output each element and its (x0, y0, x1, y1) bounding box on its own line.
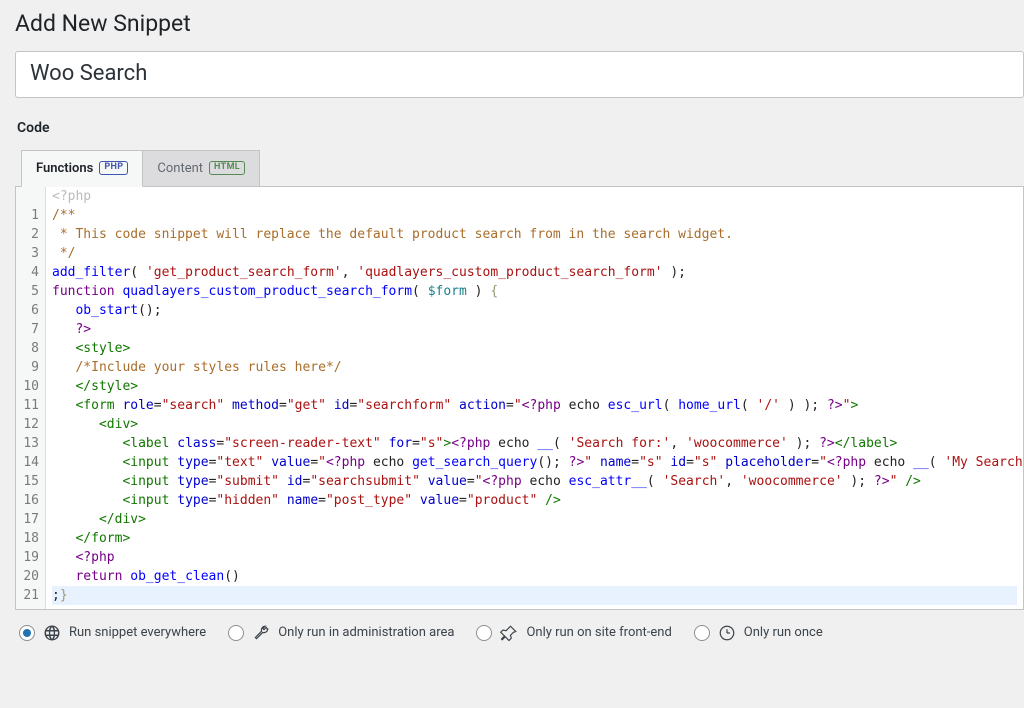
line-number: 21 (22, 586, 39, 605)
line-number: 4 (22, 263, 39, 282)
globe-icon (43, 624, 61, 642)
line-number: 5 (22, 282, 39, 301)
line-number: 14 (22, 453, 39, 472)
clock-icon (718, 624, 736, 642)
code-editor[interactable]: 123456789101112131415161718192021 <?php/… (15, 186, 1024, 610)
code-line[interactable]: <div> (52, 415, 1017, 434)
line-number: 17 (22, 510, 39, 529)
line-number: 10 (22, 377, 39, 396)
tab-content-label: Content (157, 161, 203, 176)
code-line[interactable]: <input type="submit" id="searchsubmit" v… (52, 472, 1017, 491)
line-number: 1 (22, 206, 39, 225)
line-number: 15 (22, 472, 39, 491)
code-section-heading: Code (17, 120, 1024, 136)
snippet-title-input[interactable] (15, 51, 1024, 98)
code-line[interactable]: <?php (52, 548, 1017, 567)
line-number: 18 (22, 529, 39, 548)
line-number: 11 (22, 396, 39, 415)
line-number: 6 (22, 301, 39, 320)
pin-icon (500, 624, 518, 642)
scope-label-admin: Only run in administration area (278, 625, 454, 640)
editor-tabs: Functions PHP Content HTML (21, 150, 1024, 187)
page-title: Add New Snippet (15, 10, 1024, 37)
code-line[interactable]: return ob_get_clean() (52, 567, 1017, 586)
scope-option-everywhere[interactable]: Run snippet everywhere (19, 624, 206, 642)
line-number: 19 (22, 548, 39, 567)
scope-option-admin[interactable]: Only run in administration area (228, 624, 454, 642)
code-line[interactable]: function quadlayers_custom_product_searc… (52, 282, 1017, 301)
line-number-gutter: 123456789101112131415161718192021 (16, 187, 46, 609)
code-line[interactable]: <input type="hidden" name="post_type" va… (52, 491, 1017, 510)
line-number: 9 (22, 358, 39, 377)
line-number: 3 (22, 244, 39, 263)
code-line[interactable]: </style> (52, 377, 1017, 396)
scope-label-everywhere: Run snippet everywhere (69, 625, 206, 640)
radio-once[interactable] (694, 625, 710, 641)
code-line[interactable]: <style> (52, 339, 1017, 358)
scope-label-frontend: Only run on site front-end (526, 625, 671, 640)
line-number: 16 (22, 491, 39, 510)
line-number (22, 187, 39, 206)
scope-row: Run snippet everywhere Only run in admini… (15, 610, 1024, 642)
line-number: 2 (22, 225, 39, 244)
scope-label-once: Only run once (744, 625, 823, 640)
code-line[interactable]: /** (52, 206, 1017, 225)
line-number: 8 (22, 339, 39, 358)
tab-functions-label: Functions (36, 161, 93, 176)
radio-admin[interactable] (228, 625, 244, 641)
radio-everywhere[interactable] (19, 625, 35, 641)
code-line[interactable]: ob_start(); (52, 301, 1017, 320)
line-number: 7 (22, 320, 39, 339)
line-number: 20 (22, 567, 39, 586)
wrench-icon (252, 624, 270, 642)
scope-option-frontend[interactable]: Only run on site front-end (476, 624, 671, 642)
php-badge: PHP (99, 161, 128, 175)
code-line[interactable]: <input type="text" value="<?php echo get… (52, 453, 1017, 472)
code-line[interactable]: add_filter( 'get_product_search_form', '… (52, 263, 1017, 282)
code-line[interactable]: ;} (52, 586, 1017, 605)
tab-functions[interactable]: Functions PHP (21, 150, 143, 187)
code-line[interactable]: </div> (52, 510, 1017, 529)
code-hint-line: <?php (52, 187, 1017, 206)
code-line[interactable]: </form> (52, 529, 1017, 548)
line-number: 13 (22, 434, 39, 453)
code-line[interactable]: /*Include your styles rules here*/ (52, 358, 1017, 377)
code-line[interactable]: <label class="screen-reader-text" for="s… (52, 434, 1017, 453)
code-area[interactable]: <?php/** * This code snippet will replac… (46, 187, 1023, 609)
line-number: 12 (22, 415, 39, 434)
code-line[interactable]: <form role="search" method="get" id="sea… (52, 396, 1017, 415)
code-line[interactable]: * This code snippet will replace the def… (52, 225, 1017, 244)
code-line[interactable]: */ (52, 244, 1017, 263)
tab-content[interactable]: Content HTML (142, 150, 260, 187)
code-line[interactable]: ?> (52, 320, 1017, 339)
html-badge: HTML (209, 161, 245, 175)
radio-frontend[interactable] (476, 625, 492, 641)
scope-option-once[interactable]: Only run once (694, 624, 823, 642)
